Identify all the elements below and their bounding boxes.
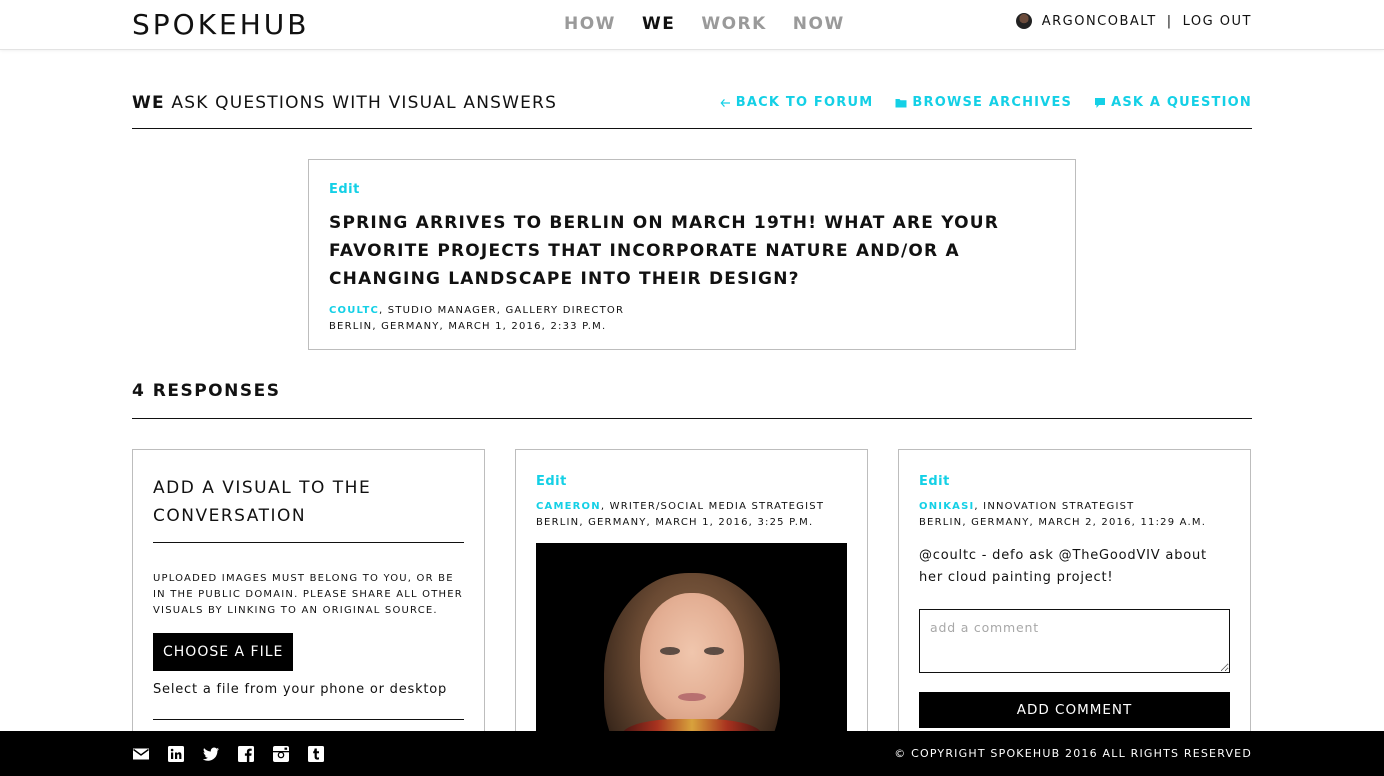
question-edit-link[interactable]: Edit: [329, 182, 360, 197]
add-visual-title: ADD A VISUAL TO THE CONVERSATION: [153, 474, 464, 543]
avatar[interactable]: [1015, 13, 1032, 29]
footer: © COPYRIGHT SPOKEHUB 2016 ALL RIGHTS RES…: [0, 731, 1384, 776]
response-location-date: BERLIN, GERMANY, MARCH 1, 2016, 3:25 P.M…: [536, 517, 814, 528]
page-title-bold: WE: [132, 93, 165, 113]
forum-links: BACK TO FORUM BROWSE ARCHIVES ASK A QUES…: [719, 95, 1252, 110]
social-links: [132, 745, 325, 763]
response-meta: CAMERON, WRITER/SOCIAL MEDIA STRATEGIST …: [536, 499, 847, 531]
response-edit-link[interactable]: Edit: [919, 474, 950, 489]
logout-link[interactable]: LOG OUT: [1183, 14, 1252, 29]
question-meta: COULTC, STUDIO MANAGER, GALLERY DIRECTOR…: [329, 303, 1055, 335]
response-edit-link[interactable]: Edit: [536, 474, 567, 489]
response-card: Edit CAMERON, WRITER/SOCIAL MEDIA STRATE…: [515, 449, 868, 749]
linkedin-icon[interactable]: [167, 745, 185, 763]
twitter-icon[interactable]: [202, 745, 220, 763]
back-to-forum-label: BACK TO FORUM: [735, 95, 874, 110]
main-nav: HOW WE WORK NOW: [564, 14, 845, 34]
username-link[interactable]: ARGONCOBALT: [1042, 14, 1157, 29]
nav-item-we[interactable]: WE: [642, 14, 675, 34]
back-to-forum-link[interactable]: BACK TO FORUM: [719, 95, 874, 110]
response-card: Edit ONIKASI, INNOVATION STRATEGIST BERL…: [898, 449, 1251, 749]
photo-face: [640, 593, 744, 725]
portrait-photo[interactable]: [536, 543, 847, 743]
response-author-role: , WRITER/SOCIAL MEDIA STRATEGIST: [600, 501, 825, 512]
mail-icon[interactable]: [132, 745, 150, 763]
question-card: Edit SPRING ARRIVES TO BERLIN ON MARCH 1…: [308, 159, 1076, 350]
response-location-date: BERLIN, GERMANY, MARCH 2, 2016, 11:29 A.…: [919, 517, 1207, 528]
nav-item-how[interactable]: HOW: [564, 14, 616, 34]
copyright-text: © COPYRIGHT SPOKEHUB 2016 ALL RIGHTS RES…: [894, 747, 1252, 760]
question-author-link[interactable]: COULTC: [329, 305, 379, 316]
response-author-link[interactable]: CAMERON: [536, 501, 601, 512]
facebook-icon[interactable]: [237, 745, 255, 763]
upload-policy-note: UPLOADED IMAGES MUST BELONG TO YOU, OR B…: [153, 573, 463, 616]
tumblr-icon[interactable]: [307, 745, 325, 763]
instagram-icon[interactable]: [272, 745, 290, 763]
chat-bubble-icon: [1095, 97, 1106, 108]
nav-item-work[interactable]: WORK: [701, 14, 766, 34]
top-bar: SPOKEHUB HOW WE WORK NOW ARGONCOBALT | L…: [0, 0, 1384, 50]
divider: [153, 719, 464, 729]
photo-eye: [660, 647, 680, 655]
ask-question-label: ASK A QUESTION: [1111, 95, 1252, 110]
user-nav: ARGONCOBALT | LOG OUT: [1015, 13, 1252, 29]
response-meta: ONIKASI, INNOVATION STRATEGIST BERLIN, G…: [919, 499, 1230, 531]
ask-question-link[interactable]: ASK A QUESTION: [1094, 95, 1252, 110]
response-comment-text: @coultc - defo ask @TheGoodVIV about her…: [919, 548, 1207, 585]
browse-archives-label: BROWSE ARCHIVES: [912, 95, 1073, 110]
question-location-date: BERLIN, GERMANY, MARCH 1, 2016, 2:33 P.M…: [329, 321, 607, 332]
question-text: SPRING ARRIVES TO BERLIN ON MARCH 19TH! …: [329, 213, 1000, 289]
arrow-left-icon: [720, 98, 730, 107]
photo-lips: [678, 693, 706, 701]
question-author-role: , STUDIO MANAGER, GALLERY DIRECTOR: [379, 305, 625, 316]
add-visual-card: ADD A VISUAL TO THE CONVERSATION UPLOADE…: [132, 449, 485, 749]
comment-input[interactable]: [919, 609, 1230, 673]
folder-icon: [895, 98, 907, 107]
add-comment-button[interactable]: ADD COMMENT: [919, 692, 1230, 728]
photo-eye: [704, 647, 724, 655]
choose-file-button[interactable]: CHOOSE A FILE: [153, 633, 294, 671]
response-author-role: , INNOVATION STRATEGIST: [974, 501, 1135, 512]
browse-archives-link[interactable]: BROWSE ARCHIVES: [895, 95, 1072, 110]
page-title-row: WE ASK QUESTIONS WITH VISUAL ANSWERS BAC…: [132, 92, 1252, 129]
site-logo[interactable]: SPOKEHUB: [132, 8, 310, 41]
nav-item-now[interactable]: NOW: [793, 14, 845, 34]
nav-separator: |: [1166, 13, 1173, 29]
responses-count: 4 RESPONSES: [132, 381, 1252, 419]
response-author-link[interactable]: ONIKASI: [919, 501, 974, 512]
page-title-rest: ASK QUESTIONS WITH VISUAL ANSWERS: [164, 93, 558, 113]
select-file-note: Select a file from your phone or desktop: [153, 682, 448, 697]
page-title: WE ASK QUESTIONS WITH VISUAL ANSWERS: [132, 93, 557, 113]
